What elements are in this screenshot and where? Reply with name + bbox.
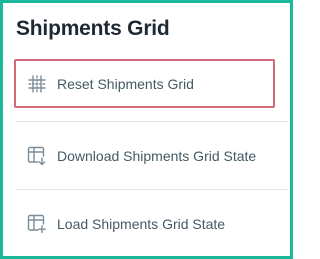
load-grid-state-menu-item[interactable]: Load Shipments Grid State [16,190,288,258]
download-grid-state-menu-item[interactable]: Download Shipments Grid State [16,122,288,190]
reset-grid-icon [26,73,48,95]
download-grid-state-label: Download Shipments Grid State [57,148,257,164]
panel-title: Shipments Grid [16,17,170,40]
grid-add-icon [26,213,48,235]
load-grid-state-label: Load Shipments Grid State [57,216,226,232]
grid-download-icon [26,145,48,167]
reset-grid-label: Reset Shipments Grid [57,75,194,92]
grid-options-panel: Shipments Grid Reset Shipments Grid Down… [0,0,293,259]
reset-grid-menu-item[interactable]: Reset Shipments Grid [14,59,275,108]
